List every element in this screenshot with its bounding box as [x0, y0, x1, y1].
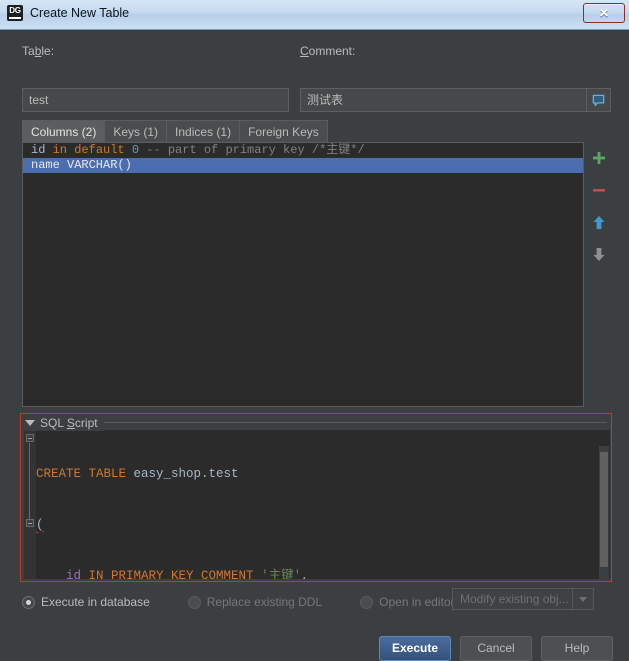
radio-execute-in-database-label: Execute in database: [41, 595, 150, 609]
columns-toolbar: [586, 142, 611, 407]
move-up-button[interactable]: [589, 212, 609, 232]
create-new-table-dialog: DG Create New Table ✕ Table: Comment: te…: [0, 0, 629, 661]
dialog-body: Table: Comment: test 测试表 Columns (2) Key…: [0, 30, 629, 661]
radio-replace-existing-ddl[interactable]: Replace existing DDL: [187, 595, 323, 609]
tab-keys[interactable]: Keys (1): [104, 120, 168, 142]
column-row-name[interactable]: name VARCHAR(): [23, 158, 583, 173]
sql-script-editor[interactable]: CREATE TABLE easy_shop.test ( id IN PRIM…: [24, 430, 610, 579]
minus-icon: [592, 189, 605, 192]
radio-execute-in-database[interactable]: Execute in database: [22, 595, 150, 609]
remove-column-button[interactable]: [589, 180, 609, 200]
radio-indicator-icon: [187, 595, 201, 609]
title-bar-left: DG Create New Table: [7, 5, 129, 21]
columns-editor[interactable]: id in default 0 -- part of primary key /…: [22, 142, 584, 407]
datagrip-logo-underline: [9, 17, 21, 19]
sql-scrollbar-thumb[interactable]: [600, 452, 608, 567]
radio-open-in-editor[interactable]: Open in editor:: [360, 595, 458, 609]
chevron-down-icon: [579, 596, 587, 602]
dialog-buttons: Execute Cancel Help: [378, 636, 613, 661]
dropdown-arrow-button[interactable]: [572, 589, 593, 609]
title-bar: DG Create New Table ✕: [0, 0, 629, 30]
sql-script-separator: [25, 422, 607, 423]
editor-gutter: [24, 430, 36, 579]
chevron-down-icon: [25, 420, 35, 426]
editor-mode-dropdown[interactable]: Modify existing obj...: [452, 588, 594, 610]
editor-mode-dropdown-value: Modify existing obj...: [460, 592, 569, 606]
sql-line-1: CREATE TABLE easy_shop.test: [36, 467, 239, 481]
comment-label: Comment:: [300, 44, 356, 58]
tab-indices[interactable]: Indices (1): [166, 120, 241, 142]
comment-input[interactable]: 测试表: [300, 88, 587, 112]
window-title: Create New Table: [30, 6, 130, 20]
arrow-down-icon: [593, 247, 604, 261]
fold-marker-icon[interactable]: [26, 519, 34, 527]
sql-line-2: (: [36, 518, 44, 532]
radio-replace-existing-ddl-label: Replace existing DDL: [206, 595, 323, 609]
tab-columns[interactable]: Columns (2): [22, 120, 106, 142]
sql-script-header[interactable]: SQL Script: [25, 415, 104, 431]
sql-script-title: SQL Script: [40, 416, 98, 430]
speech-bubble-icon: [592, 94, 605, 106]
close-button[interactable]: ✕: [583, 3, 625, 23]
entity-tabs: Columns (2) Keys (1) Indices (1) Foreign…: [22, 120, 328, 142]
arrow-up-icon: [593, 215, 604, 229]
table-name-input[interactable]: test: [22, 88, 289, 112]
sql-code-text: CREATE TABLE easy_shop.test ( id IN PRIM…: [36, 432, 598, 579]
datagrip-logo-text: DG: [9, 6, 21, 15]
radio-indicator-icon: [360, 595, 374, 609]
comment-editor-button[interactable]: [586, 88, 611, 112]
plus-icon: [592, 152, 605, 164]
close-icon: ✕: [598, 6, 610, 20]
move-down-button[interactable]: [589, 244, 609, 264]
cancel-button[interactable]: Cancel: [460, 636, 532, 661]
sql-line-3: id IN PRIMARY KEY COMMENT '主键',: [66, 569, 309, 579]
table-label: Table:: [22, 44, 55, 58]
column-row-id[interactable]: id in default 0 -- part of primary key /…: [23, 143, 583, 158]
fold-marker-icon[interactable]: [26, 434, 34, 442]
help-button[interactable]: Help: [541, 636, 613, 661]
radio-indicator-icon: [22, 595, 35, 609]
radio-open-in-editor-label: Open in editor:: [379, 595, 458, 609]
fold-region-line: [29, 443, 30, 519]
datagrip-logo-icon: DG: [7, 5, 23, 21]
sql-script-panel: SQL Script CREATE TABLE easy_shop.test (…: [20, 413, 612, 582]
tab-foreign-keys[interactable]: Foreign Keys: [239, 120, 328, 142]
add-column-button[interactable]: [589, 148, 609, 168]
execute-button[interactable]: Execute: [378, 636, 451, 661]
